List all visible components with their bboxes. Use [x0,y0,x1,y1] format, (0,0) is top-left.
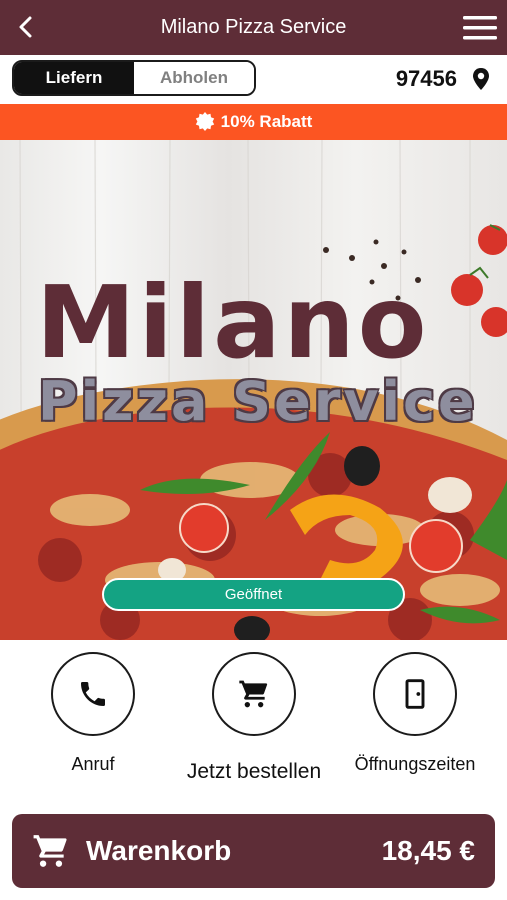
cart-button[interactable]: Warenkorb 18,45 € [12,814,495,888]
map-pin-icon[interactable] [471,67,491,91]
shopping-cart-icon [239,680,268,708]
open-status-button[interactable]: Geöffnet [102,578,405,611]
opening-hours-action[interactable]: Öffnungszeiten [340,652,490,775]
app-header: Milano Pizza Service [0,0,507,55]
chevron-left-icon[interactable] [14,14,40,40]
order-action[interactable]: Jetzt bestellen [179,652,329,784]
hero-image: Milano Pizza Service Geöffnet [0,140,507,640]
order-button[interactable] [212,652,296,736]
brand-subtitle: Pizza Service [38,370,478,433]
badge-icon [195,112,214,131]
promo-text: 10% Rabatt [220,112,313,131]
cart-total: 18,45 € [381,835,475,866]
call-button[interactable] [51,652,135,736]
page-title: Milano Pizza Service [160,16,347,38]
call-label: Anruf [71,754,115,774]
order-label: Jetzt bestellen [186,760,322,783]
tab-abholen[interactable]: Abholen [134,62,254,94]
opening-hours-label: Öffnungszeiten [354,754,476,774]
delivery-mode-toggle: Liefern Abholen [12,60,256,96]
phone-icon [81,682,105,706]
hamburger-menu-icon[interactable] [463,15,497,41]
promo-banner[interactable]: 10% Rabatt [0,104,507,140]
brand-name: Milano [36,264,430,381]
tab-liefern[interactable]: Liefern [14,62,134,94]
call-action[interactable]: Anruf [18,652,168,775]
opening-hours-button[interactable] [373,652,457,736]
cart-label: Warenkorb [86,835,232,866]
zip-code[interactable]: 97456 [396,64,457,94]
shopping-cart-icon [33,835,67,867]
door-icon [405,679,425,709]
